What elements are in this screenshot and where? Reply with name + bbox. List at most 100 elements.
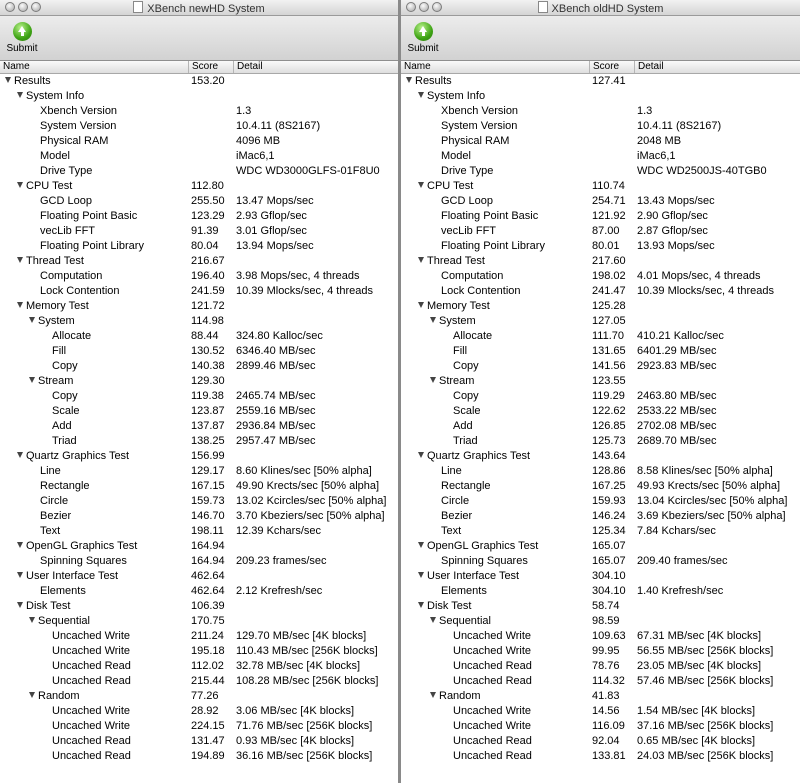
column-header-detail[interactable]: Detail (635, 61, 800, 73)
result-row[interactable]: Copy 119.29 2463.80 MB/sec (401, 389, 800, 404)
result-row[interactable]: Rectangle 167.25 49.93 Krects/sec [50% alp… (401, 479, 800, 494)
result-row[interactable]: Thread Test 217.60 (401, 254, 800, 269)
result-row[interactable]: Text 125.34 7.84 Kchars/sec (401, 524, 800, 539)
result-row[interactable]: Uncached Write 211.24 129.70 MB/sec [4K bl… (0, 629, 398, 644)
disclosure-triangle-icon[interactable] (5, 77, 11, 83)
result-row[interactable]: Elements 462.64 2.12 Krefresh/sec (0, 584, 398, 599)
submit-button[interactable]: Submit (5, 22, 39, 54)
result-row[interactable]: Spinning Squares 165.07 209.40 frames/sec (401, 554, 800, 569)
result-row[interactable]: Uncached Write 14.56 1.54 MB/sec [4K block… (401, 704, 800, 719)
result-row[interactable]: Uncached Write 224.15 71.76 MB/sec [256K b… (0, 719, 398, 734)
result-row[interactable]: Add 126.85 2702.08 MB/sec (401, 419, 800, 434)
result-row[interactable]: Quartz Graphics Test 143.64 (401, 449, 800, 464)
result-row[interactable]: Stream 129.30 (0, 374, 398, 389)
result-row[interactable]: Memory Test 125.28 (401, 299, 800, 314)
result-row[interactable]: System 114.98 (0, 314, 398, 329)
disclosure-triangle-icon[interactable] (29, 377, 35, 383)
result-row[interactable]: CPU Test 110.74 (401, 179, 800, 194)
result-row[interactable]: Floating Point Basic 121.92 2.90 Gflop/sec (401, 209, 800, 224)
disclosure-triangle-icon[interactable] (29, 692, 35, 698)
result-row[interactable]: System Version 10.4.11 (8S2167) (401, 119, 800, 134)
result-row[interactable]: Thread Test 216.67 (0, 254, 398, 269)
result-row[interactable]: GCD Loop 255.50 13.47 Mops/sec (0, 194, 398, 209)
column-header-name[interactable]: Name (0, 61, 189, 73)
disclosure-triangle-icon[interactable] (430, 377, 436, 383)
result-row[interactable]: Computation 198.02 4.01 Mops/sec, 4 thread… (401, 269, 800, 284)
result-row[interactable]: Uncached Write 99.95 56.55 MB/sec [256K bl… (401, 644, 800, 659)
disclosure-triangle-icon[interactable] (418, 542, 424, 548)
result-row[interactable]: Model iMac6,1 (0, 149, 398, 164)
result-row[interactable]: Uncached Read 131.47 0.93 MB/sec [4K block… (0, 734, 398, 749)
result-row[interactable]: Memory Test 121.72 (0, 299, 398, 314)
disclosure-triangle-icon[interactable] (430, 692, 436, 698)
disclosure-triangle-icon[interactable] (17, 452, 23, 458)
result-row[interactable]: Drive Type WDC WD2500JS-40TGB0 (401, 164, 800, 179)
result-row[interactable]: Physical RAM 2048 MB (401, 134, 800, 149)
column-header-score[interactable]: Score (189, 61, 234, 73)
result-row[interactable]: User Interface Test 304.10 (401, 569, 800, 584)
result-row[interactable]: Triad 125.73 2689.70 MB/sec (401, 434, 800, 449)
result-row[interactable]: Uncached Read 78.76 23.05 MB/sec [4K block… (401, 659, 800, 674)
disclosure-triangle-icon[interactable] (418, 602, 424, 608)
disclosure-triangle-icon[interactable] (17, 602, 23, 608)
result-row[interactable]: Circle 159.73 13.02 Kcircles/sec [50% alph… (0, 494, 398, 509)
disclosure-triangle-icon[interactable] (418, 92, 424, 98)
result-row[interactable]: Random 77.26 (0, 689, 398, 704)
result-row[interactable]: CPU Test 112.80 (0, 179, 398, 194)
result-row[interactable]: vecLib FFT 91.39 3.01 Gflop/sec (0, 224, 398, 239)
result-row[interactable]: Bezier 146.24 3.69 Kbeziers/sec [50% alpha… (401, 509, 800, 524)
result-row[interactable]: Uncached Write 195.18 110.43 MB/sec [256K … (0, 644, 398, 659)
result-row[interactable]: Copy 119.38 2465.74 MB/sec (0, 389, 398, 404)
result-row[interactable]: Fill 130.52 6346.40 MB/sec (0, 344, 398, 359)
result-row[interactable]: Uncached Read 92.04 0.65 MB/sec [4K blocks… (401, 734, 800, 749)
disclosure-triangle-icon[interactable] (418, 302, 424, 308)
result-row[interactable]: Model iMac6,1 (401, 149, 800, 164)
result-row[interactable]: Drive Type WDC WD3000GLFS-01F8U0 (0, 164, 398, 179)
result-row[interactable]: System Info (0, 89, 398, 104)
result-row[interactable]: Disk Test 106.39 (0, 599, 398, 614)
result-row[interactable]: Xbench Version 1.3 (0, 104, 398, 119)
disclosure-triangle-icon[interactable] (418, 452, 424, 458)
result-row[interactable]: Results 127.41 (401, 74, 800, 89)
disclosure-triangle-icon[interactable] (430, 617, 436, 623)
result-row[interactable]: Sequential 170.75 (0, 614, 398, 629)
disclosure-triangle-icon[interactable] (17, 257, 23, 263)
result-row[interactable]: Uncached Read 194.89 36.16 MB/sec [256K bl… (0, 749, 398, 764)
result-row[interactable]: Floating Point Basic 123.29 2.93 Gflop/sec (0, 209, 398, 224)
result-row[interactable]: Sequential 98.59 (401, 614, 800, 629)
result-row[interactable]: Add 137.87 2936.84 MB/sec (0, 419, 398, 434)
result-row[interactable]: Uncached Read 133.81 24.03 MB/sec [256K bl… (401, 749, 800, 764)
result-row[interactable]: Scale 122.62 2533.22 MB/sec (401, 404, 800, 419)
result-row[interactable]: Floating Point Library 80.04 13.94 Mops/se… (0, 239, 398, 254)
result-row[interactable]: Results 153.20 (0, 74, 398, 89)
disclosure-triangle-icon[interactable] (17, 92, 23, 98)
result-row[interactable]: Lock Contention 241.47 10.39 Mlocks/sec, 4… (401, 284, 800, 299)
result-row[interactable]: vecLib FFT 87.00 2.87 Gflop/sec (401, 224, 800, 239)
result-row[interactable]: Stream 123.55 (401, 374, 800, 389)
result-row[interactable]: Fill 131.65 6401.29 MB/sec (401, 344, 800, 359)
disclosure-triangle-icon[interactable] (17, 302, 23, 308)
result-row[interactable]: Uncached Write 116.09 37.16 MB/sec [256K b… (401, 719, 800, 734)
result-row[interactable]: System Info (401, 89, 800, 104)
result-row[interactable]: OpenGL Graphics Test 164.94 (0, 539, 398, 554)
result-row[interactable]: Copy 141.56 2923.83 MB/sec (401, 359, 800, 374)
title-bar[interactable]: XBench oldHD System (401, 0, 800, 16)
result-row[interactable]: Copy 140.38 2899.46 MB/sec (0, 359, 398, 374)
result-row[interactable]: GCD Loop 254.71 13.43 Mops/sec (401, 194, 800, 209)
result-row[interactable]: System Version 10.4.11 (8S2167) (0, 119, 398, 134)
disclosure-triangle-icon[interactable] (17, 542, 23, 548)
result-row[interactable]: Floating Point Library 80.01 13.93 Mops/se… (401, 239, 800, 254)
column-header-name[interactable]: Name (401, 61, 590, 73)
disclosure-triangle-icon[interactable] (29, 617, 35, 623)
result-row[interactable]: Uncached Read 215.44 108.28 MB/sec [256K b… (0, 674, 398, 689)
result-row[interactable]: System 127.05 (401, 314, 800, 329)
result-row[interactable]: Xbench Version 1.3 (401, 104, 800, 119)
result-row[interactable]: Elements 304.10 1.40 Krefresh/sec (401, 584, 800, 599)
column-header-score[interactable]: Score (590, 61, 635, 73)
result-row[interactable]: Line 128.86 8.58 Klines/sec [50% alpha] (401, 464, 800, 479)
result-row[interactable]: Line 129.17 8.60 Klines/sec [50% alpha] (0, 464, 398, 479)
result-row[interactable]: Physical RAM 4096 MB (0, 134, 398, 149)
disclosure-triangle-icon[interactable] (17, 182, 23, 188)
result-row[interactable]: Text 198.11 12.39 Kchars/sec (0, 524, 398, 539)
result-row[interactable]: Lock Contention 241.59 10.39 Mlocks/sec, 4… (0, 284, 398, 299)
